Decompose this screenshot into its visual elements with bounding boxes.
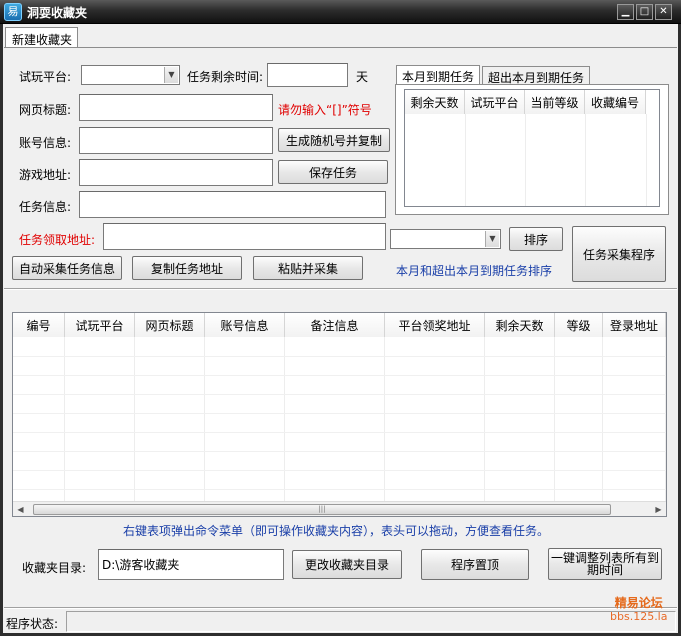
copy-task-url-button[interactable]: 复制任务地址 — [132, 256, 242, 280]
adjust-expiry-button-line2: 期时间 — [586, 563, 623, 577]
task-info-input[interactable] — [79, 191, 386, 218]
game-url-label: 游戏地址: — [19, 168, 72, 182]
expiry-column-header[interactable]: 收藏编号 — [585, 90, 646, 114]
sort-hint: 本月和超出本月到期任务排序 — [396, 264, 553, 278]
claim-url-label: 任务领取地址: — [19, 233, 96, 247]
watermark-title: 精易论坛 — [614, 596, 663, 610]
column-header[interactable]: 剩余天数 — [485, 313, 555, 337]
task-info-label: 任务信息: — [19, 200, 72, 214]
tab-divider — [4, 47, 677, 48]
app-icon: 易 — [4, 3, 22, 21]
claim-url-input[interactable] — [103, 223, 386, 250]
column-header[interactable]: 账号信息 — [205, 313, 285, 337]
divider — [4, 607, 677, 609]
auto-collect-button[interactable]: 自动采集任务信息 — [12, 256, 122, 280]
window-title: 洞耍收藏夹 — [27, 6, 88, 20]
generate-account-button[interactable]: 生成随机号并复制 — [278, 128, 390, 152]
grid-row-line — [13, 356, 666, 357]
grid-row-line — [13, 432, 666, 433]
web-title-hint: 请勿输入“[]”符号 — [278, 103, 372, 117]
column-header[interactable]: 等级 — [555, 313, 603, 337]
grid-row-line — [13, 470, 666, 471]
column-header[interactable]: 编号 — [13, 313, 65, 337]
column-header[interactable]: 网页标题 — [135, 313, 205, 337]
status-field — [66, 611, 676, 632]
paste-collect-button[interactable]: 粘贴并采集 — [253, 256, 363, 280]
account-input[interactable] — [79, 127, 273, 154]
game-url-input[interactable] — [79, 159, 273, 186]
web-title-input[interactable] — [79, 94, 273, 121]
expiry-column-header[interactable]: 当前等级 — [525, 90, 585, 114]
scrollbar-thumb[interactable]: ||| — [33, 504, 611, 515]
column-header[interactable]: 平台领奖地址 — [385, 313, 485, 337]
grid-row-line — [13, 413, 666, 414]
grid-row-line — [13, 394, 666, 395]
folder-dir-label: 收藏夹目录: — [22, 561, 87, 575]
status-label: 程序状态: — [6, 617, 59, 631]
expiry-panel: 剩余天数 试玩平台 当前等级 收藏编号 — [395, 84, 669, 215]
task-collector-button[interactable]: 任务采集程序 — [572, 226, 666, 282]
days-unit: 天 — [356, 70, 369, 84]
watermark-url: bbs.125.la — [610, 610, 668, 623]
horizontal-scrollbar[interactable]: ◀ ||| ▶ — [13, 501, 666, 516]
platform-label: 试玩平台: — [19, 70, 72, 84]
list-hint: 右键表项弹出命令菜单（即可操作收藏夹内容），表头可以拖动，方便查看任务。 — [123, 524, 550, 538]
title-bar: 易 洞耍收藏夹 ▁ □ ✕ — [0, 0, 681, 24]
remaining-time-label: 任务剩余时间: — [187, 70, 264, 84]
grid-row-line — [13, 451, 666, 452]
expiry-list[interactable]: 剩余天数 试玩平台 当前等级 收藏编号 — [404, 89, 660, 207]
sort-button[interactable]: 排序 — [509, 227, 563, 251]
tab-new-folder[interactable]: 新建收藏夹 — [5, 27, 78, 48]
account-label: 账号信息: — [19, 136, 72, 150]
expiry-column-header[interactable]: 剩余天数 — [405, 90, 465, 114]
minimize-icon[interactable]: ▁ — [617, 4, 634, 20]
column-header[interactable]: 备注信息 — [285, 313, 385, 337]
sort-select[interactable]: ▼ — [390, 229, 501, 249]
column-header[interactable]: 试玩平台 — [65, 313, 135, 337]
tab-beyond-month[interactable]: 超出本月到期任务 — [482, 66, 591, 85]
chevron-down-icon[interactable]: ▼ — [485, 231, 499, 247]
adjust-expiry-button[interactable]: 一键调整列表所有到 期时间 — [548, 548, 662, 580]
chevron-down-icon[interactable]: ▼ — [164, 67, 178, 83]
save-task-button[interactable]: 保存任务 — [278, 160, 388, 184]
column-header[interactable]: 登录地址 — [603, 313, 666, 337]
scroll-left-icon[interactable]: ◀ — [13, 502, 28, 517]
tab-this-month[interactable]: 本月到期任务 — [396, 65, 481, 85]
close-icon[interactable]: ✕ — [655, 4, 672, 20]
scroll-right-icon[interactable]: ▶ — [651, 502, 666, 517]
task-list[interactable]: 编号 试玩平台 网页标题 账号信息 备注信息 平台领奖地址 剩余天数 等级 登录地址 — [12, 312, 667, 517]
watermark: 精易论坛 bbs.125.la — [610, 596, 667, 624]
divider — [4, 288, 677, 290]
maximize-icon[interactable]: □ — [636, 4, 653, 20]
expiry-column-header[interactable]: 试玩平台 — [465, 90, 525, 114]
grid-row-line — [13, 489, 666, 490]
grid-row-line — [13, 375, 666, 376]
web-title-label: 网页标题: — [19, 103, 72, 117]
change-folder-button[interactable]: 更改收藏夹目录 — [292, 550, 402, 579]
platform-select[interactable]: ▼ — [81, 65, 180, 85]
pin-program-button[interactable]: 程序置顶 — [421, 549, 529, 580]
folder-dir-input[interactable]: D:\游客收藏夹 — [98, 549, 284, 580]
remaining-time-input[interactable] — [267, 63, 348, 87]
